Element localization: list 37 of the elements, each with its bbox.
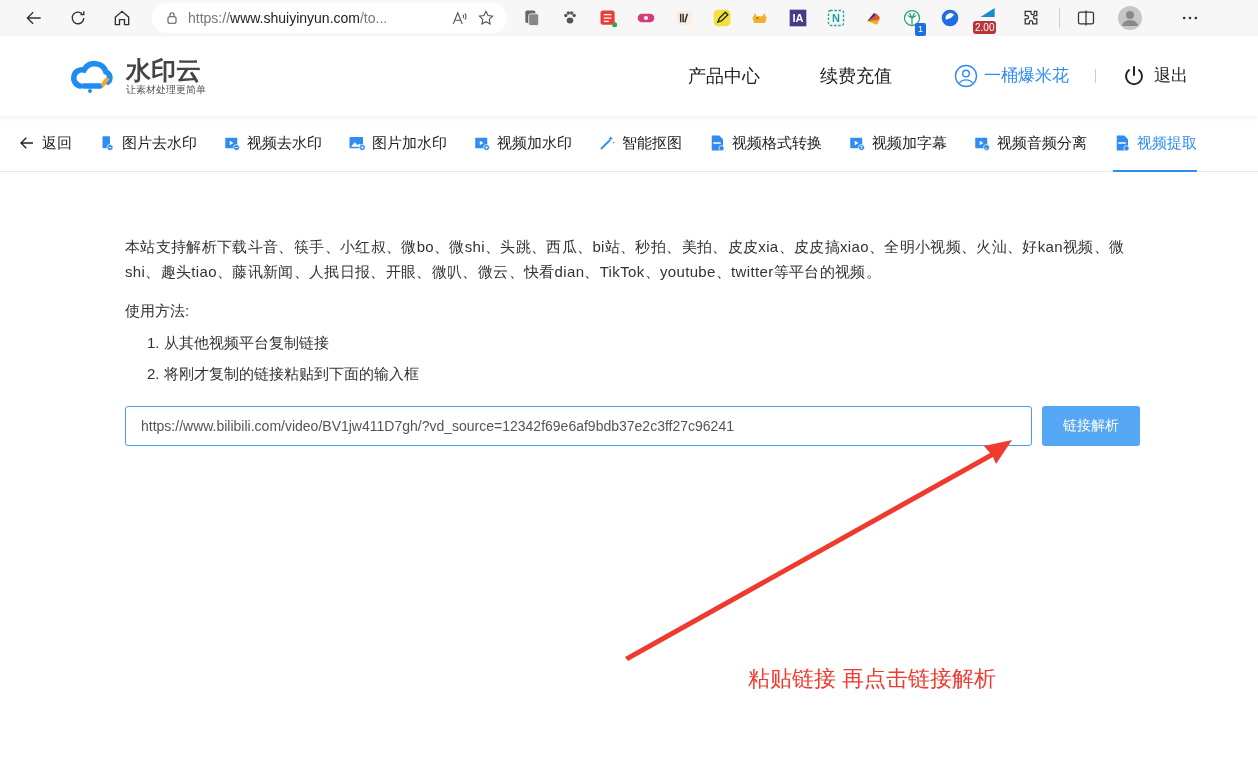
nav-link[interactable]: 产品中心 — [688, 62, 760, 90]
address-bar[interactable]: https://www.shuiyinyun.com/to... — [152, 3, 507, 33]
nav-tab[interactable]: 视频提取 — [1113, 116, 1197, 172]
annotation-text: 粘贴链接 再点击链接解析 — [748, 666, 997, 691]
nav-tab[interactable]: 视频加字幕 — [848, 116, 947, 172]
split-screen-icon[interactable] — [1076, 8, 1096, 28]
magic-wand-icon — [598, 134, 616, 152]
usage-step: 1. 从其他视频平台复制链接 — [147, 331, 1140, 354]
nav-tab[interactable]: 图片加水印 — [348, 116, 447, 172]
star-icon[interactable] — [477, 9, 495, 27]
extension-badge: 1 — [915, 23, 926, 36]
usage-step: 2. 将刚才复制的链接粘贴到下面的输入框 — [147, 362, 1140, 385]
nav-tab[interactable]: 视频格式转换 — [708, 116, 822, 172]
power-icon — [1122, 64, 1146, 88]
logout-link[interactable]: 退出 — [1122, 63, 1188, 89]
url-text: https://www.shuiyinyun.com/to... — [188, 8, 389, 28]
nav-tab[interactable]: 图片去水印 — [98, 116, 197, 172]
user-icon — [954, 64, 978, 88]
nav-tab[interactable]: 返回 — [18, 116, 72, 172]
read-aloud-icon[interactable] — [451, 9, 469, 27]
nav-tab[interactable]: 视频去水印 — [223, 116, 322, 172]
lock-icon — [164, 10, 180, 26]
link-input[interactable]: https://www.bilibili.com/video/BV1jw411D7gh/?vd_source=12342f69e6af9bdb37e2c3ff27c96241 — [125, 405, 1032, 446]
logo-slogan: 让素材处理更简单 — [126, 84, 206, 96]
nav-link[interactable]: 续费充值 — [820, 62, 892, 90]
profile-avatar-icon[interactable] — [1118, 6, 1142, 30]
extension-icon[interactable] — [712, 8, 732, 28]
logo-title: 水印云 — [126, 56, 202, 84]
extension-badge: 2.00 — [973, 21, 997, 34]
extension-icon[interactable] — [674, 8, 694, 28]
extension-icon[interactable]: IA — [788, 8, 808, 28]
nav-tab[interactable]: 视频加水印 — [473, 116, 572, 172]
usage-title: 使用方法: — [125, 301, 191, 321]
user-link[interactable]: 一桶爆米花 — [954, 63, 1069, 89]
nav-tab[interactable]: 视频音频分离 — [973, 116, 1087, 172]
nav-tab[interactable]: 智能抠图 — [598, 116, 682, 172]
intro-paragraph: 本站支持解析下载斗音、筷手、小红叔、微bo、微shi、头跳、西瓜、bi站、秒拍、美拍、皮皮xia、皮皮搞xiao、全明小视频、火汕、好kan视频、微shi、趣头tiao、藤讯新闻、人抿日报、开眼、微叭、微云、快看dian、TikTok、youtube、twitter等平台的视频。 — [125, 237, 1126, 282]
